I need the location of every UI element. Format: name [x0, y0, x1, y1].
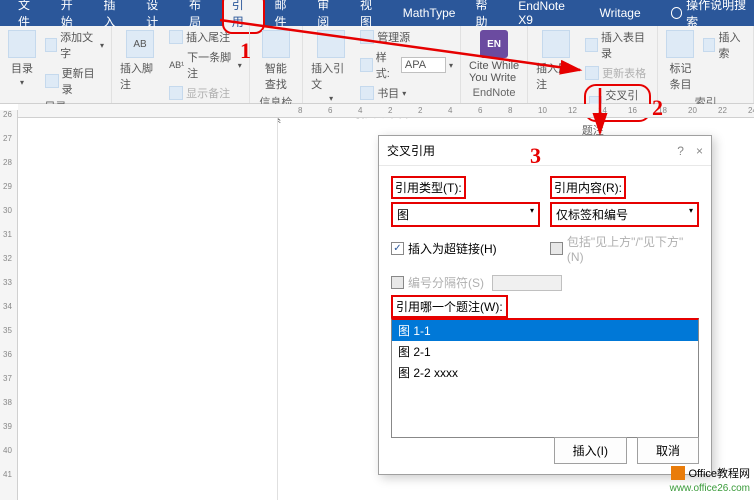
toc-icon — [8, 30, 36, 58]
annotation-1: 1 — [240, 38, 251, 64]
cite-while-write-button[interactable]: EN Cite While You Write — [467, 28, 521, 86]
annotation-2: 2 — [652, 95, 663, 121]
which-caption-label: 引用哪一个题注(W): — [391, 295, 508, 318]
ribbon-tabs: 文件 开始 插入 设计 布局 引用 邮件 审阅 视图 MathType 帮助 E… — [0, 0, 754, 26]
separator-input — [492, 275, 562, 291]
chevron-down-icon: ▾ — [20, 78, 24, 87]
list-item[interactable]: 图 2-1 — [392, 341, 698, 362]
chevron-down-icon: ▾ — [530, 206, 534, 223]
style-select[interactable]: 样式: APA▾ — [359, 48, 454, 82]
insert-index-icon — [703, 38, 715, 52]
watermark: Office教程网 www.office26.com — [670, 465, 750, 494]
endnote-badge-icon: EN — [480, 30, 508, 58]
dialog-title: 交叉引用 — [387, 142, 435, 159]
ref-type-select[interactable]: 图▾ — [391, 202, 540, 227]
ref-type-label: 引用类型(T): — [391, 176, 466, 199]
lightbulb-icon — [671, 7, 682, 19]
group-toc: 目录 ▾ 添加文字▾ 更新目录 目录 — [0, 26, 112, 103]
insert-index-button[interactable]: 插入索 — [702, 28, 747, 62]
watermark-logo-icon — [671, 466, 685, 480]
insert-table-figures-button[interactable]: 插入表目录 — [584, 28, 651, 62]
watermark-name: Office教程网 — [688, 465, 750, 481]
cross-reference-dialog: 交叉引用 ? × 引用类型(T): 图▾ 引用内容(R): 仅标签和编号▾ 插入… — [378, 135, 712, 475]
include-above-checkbox — [550, 242, 563, 255]
insert-button[interactable]: 插入(I) — [554, 437, 627, 464]
tab-writage[interactable]: Writage — [590, 2, 651, 24]
update-toc-button[interactable]: 更新目录 — [44, 64, 105, 98]
hyperlink-label: 插入为超链接(H) — [408, 240, 497, 257]
ref-content-select[interactable]: 仅标签和编号▾ — [550, 202, 699, 227]
chevron-down-icon: ▾ — [329, 94, 333, 103]
chevron-down-icon: ▾ — [689, 206, 693, 223]
toc-button[interactable]: 目录 ▾ — [6, 28, 38, 89]
update-table-icon — [585, 66, 599, 80]
ref-content-label: 引用内容(R): — [550, 176, 626, 199]
dialog-titlebar: 交叉引用 ? × — [379, 136, 711, 166]
caption-listbox[interactable]: 图 1-1 图 2-1 图 2-2 xxxx — [391, 318, 699, 438]
list-item[interactable]: 图 2-2 xxxx — [392, 362, 698, 383]
insert-citation-button[interactable]: 插入引文 ▾ — [309, 28, 353, 105]
update-table-button[interactable]: 更新表格 — [584, 64, 651, 82]
bibliography-button[interactable]: 书目▾ — [359, 84, 454, 102]
tab-mathtype[interactable]: MathType — [393, 2, 466, 24]
help-button[interactable]: ? — [677, 144, 684, 158]
update-icon — [45, 74, 59, 88]
style-icon — [360, 58, 373, 72]
citation-icon — [317, 30, 345, 58]
table-figures-icon — [585, 38, 598, 52]
ribbon-bar: 目录 ▾ 添加文字▾ 更新目录 目录 AB 插入脚注 插入尾注 AB¹下一条脚注… — [0, 26, 754, 104]
group-index: 标记 条目 插入索 索引 — [658, 26, 754, 103]
show-notes-button[interactable]: 显示备注 — [168, 84, 243, 102]
show-notes-icon — [169, 86, 183, 100]
smart-lookup-icon — [262, 30, 290, 58]
document-area[interactable] — [18, 118, 278, 500]
group-endnote: EN Cite While You Write EndNote — [461, 26, 528, 103]
group-research: 智能 查找 信息检索 — [250, 26, 303, 103]
endnote-icon — [169, 30, 183, 44]
group-label: EndNote — [473, 87, 516, 101]
manage-sources-icon — [360, 30, 374, 44]
manage-sources-button[interactable]: 管理源 — [359, 28, 454, 46]
separator-checkbox — [391, 276, 404, 289]
caption-icon — [542, 30, 570, 58]
footnote-icon: AB — [126, 30, 154, 58]
mark-entry-icon — [666, 30, 694, 58]
close-button[interactable]: × — [696, 144, 703, 158]
next-footnote-button[interactable]: AB¹下一条脚注▾ — [168, 48, 243, 82]
hyperlink-checkbox[interactable] — [391, 242, 404, 255]
annotation-3: 3 — [530, 143, 541, 169]
insert-endnote-button[interactable]: 插入尾注 — [168, 28, 243, 46]
vertical-ruler: 26272829303132333435363738394041 — [0, 110, 18, 500]
add-text-icon — [45, 38, 57, 52]
group-citations: 插入引文 ▾ 管理源 样式: APA▾ 书目▾ 引文与书目 — [303, 26, 461, 103]
smart-lookup-button[interactable]: 智能 查找 — [260, 28, 292, 94]
insert-caption-button[interactable]: 插入题注 — [534, 28, 578, 94]
include-above-label: 包括"见上方"/"见下方"(N) — [567, 233, 699, 264]
biblio-icon — [360, 86, 374, 100]
list-item[interactable]: 图 1-1 — [392, 320, 698, 341]
group-captions: 插入题注 插入表目录 更新表格 交叉引用 题注 — [528, 26, 658, 103]
horizontal-ruler: 864224681012141618202224 — [18, 104, 754, 118]
insert-footnote-button[interactable]: AB 插入脚注 — [118, 28, 162, 94]
group-footnotes: AB 插入脚注 插入尾注 AB¹下一条脚注▾ 显示备注 脚注 — [112, 26, 250, 103]
cancel-button[interactable]: 取消 — [637, 437, 699, 464]
separator-label: 编号分隔符(S) — [408, 274, 484, 291]
mark-entry-button[interactable]: 标记 条目 — [664, 28, 696, 94]
add-text-button[interactable]: 添加文字▾ — [44, 28, 105, 62]
watermark-url: www.office26.com — [670, 483, 750, 494]
